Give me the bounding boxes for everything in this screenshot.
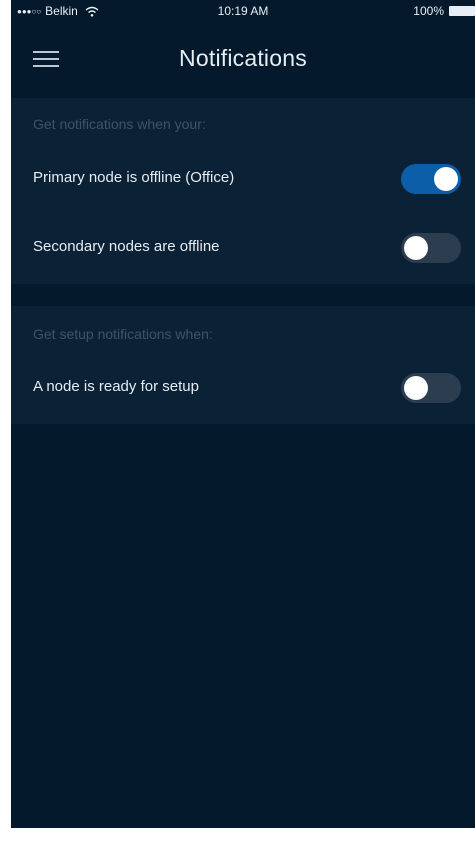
notifications-section: Get notifications when your: Primary nod…: [11, 98, 475, 284]
setting-row-secondary-nodes-offline: Secondary nodes are offline: [11, 228, 475, 268]
header: Notifications: [11, 22, 475, 98]
setting-label: A node is ready for setup: [33, 378, 199, 395]
status-time: 10:19 AM: [217, 4, 269, 18]
status-bar: ●●●○○ Belkin 10:19 AM 100%: [11, 0, 475, 22]
toggle-knob: [404, 236, 428, 260]
page-title: Notifications: [179, 45, 307, 71]
setting-label: Secondary nodes are offline: [33, 238, 220, 255]
toggle-knob: [434, 167, 458, 191]
section-heading: Get notifications when your:: [33, 116, 206, 132]
setup-notifications-section: Get setup notifications when: A node is …: [11, 306, 475, 424]
node-ready-for-setup-toggle[interactable]: [401, 373, 461, 403]
battery-icon: [449, 6, 475, 16]
status-right: 100%: [413, 4, 475, 18]
app-screen: ●●●○○ Belkin 10:19 AM 100% Notifications…: [11, 0, 475, 828]
setting-row-node-ready-for-setup: A node is ready for setup: [11, 368, 475, 408]
setting-row-primary-node-offline: Primary node is offline (Office): [11, 159, 475, 199]
setting-label: Primary node is offline (Office): [33, 169, 235, 186]
secondary-nodes-offline-toggle[interactable]: [401, 233, 461, 263]
primary-node-offline-toggle[interactable]: [401, 164, 461, 194]
toggle-knob: [404, 376, 428, 400]
battery-percent: 100%: [413, 4, 444, 18]
section-heading: Get setup notifications when:: [33, 326, 213, 342]
